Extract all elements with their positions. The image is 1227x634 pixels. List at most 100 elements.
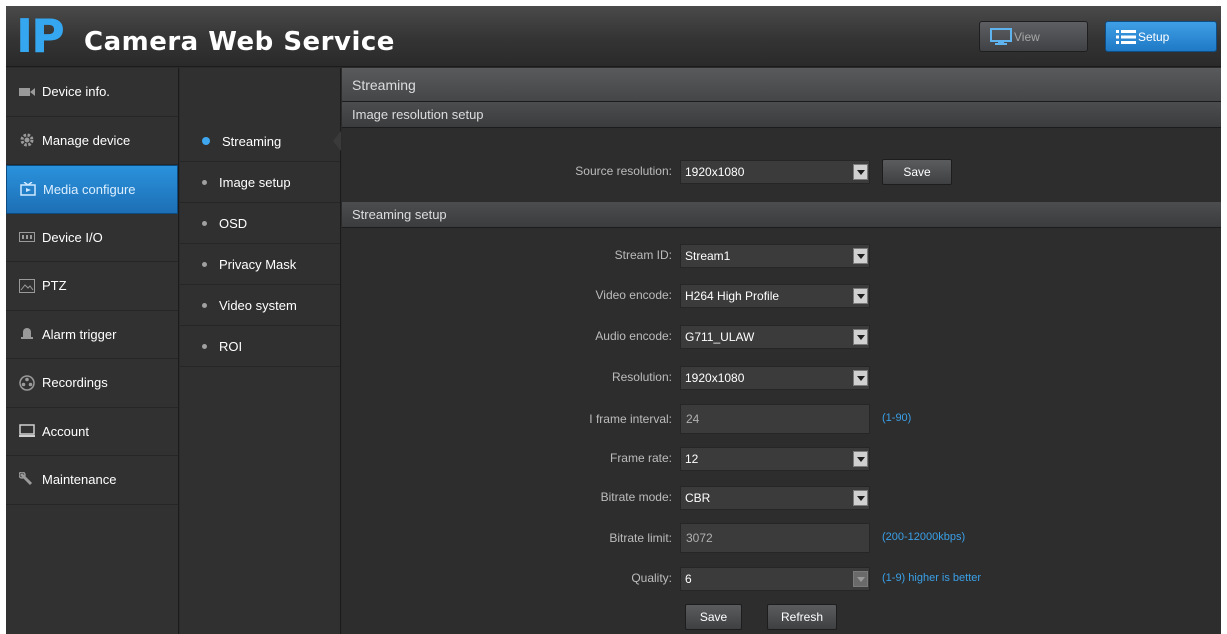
quality-row: Quality: 6 (1-9) higher is better xyxy=(342,566,1221,592)
sidebar-item-label: PTZ xyxy=(42,278,67,294)
frame-rate-select[interactable]: 12 xyxy=(680,447,870,471)
quality-select[interactable]: 6 xyxy=(680,567,870,591)
sidebar-item-label: Account xyxy=(42,423,89,439)
stream-id-select[interactable]: Stream1 xyxy=(680,244,870,268)
view-button[interactable]: View xyxy=(979,21,1088,52)
io-icon xyxy=(18,230,36,244)
resolution-row: Resolution: 1920x1080 xyxy=(342,365,1221,391)
sidebar-item-label: Device info. xyxy=(42,84,110,100)
dropdown-arrow-icon[interactable] xyxy=(853,329,868,345)
quality-label: Quality: xyxy=(631,571,672,585)
setup-label: Setup xyxy=(1138,29,1170,44)
subnav-item-label: OSD xyxy=(219,215,248,231)
bitrate-mode-value: CBR xyxy=(685,491,711,505)
stream-save-button[interactable]: Save xyxy=(685,604,742,630)
iframe-interval-input[interactable]: 24 xyxy=(680,404,870,434)
setup-button[interactable]: Setup xyxy=(1105,21,1217,52)
dropdown-arrow-icon[interactable] xyxy=(853,451,868,467)
stream-id-row: Stream ID: Stream1 xyxy=(342,243,1221,269)
subnav-item-privacy-mask[interactable]: Privacy Mask xyxy=(180,244,340,285)
sidebar-item-label: Media configure xyxy=(43,181,136,197)
dropdown-arrow-icon[interactable] xyxy=(853,490,868,506)
subnav-item-video-system[interactable]: Video system xyxy=(180,285,340,326)
dropdown-arrow-icon[interactable] xyxy=(853,248,868,264)
subnav-item-image-setup[interactable]: Image setup xyxy=(180,162,340,203)
sidebar-item-label: Alarm trigger xyxy=(42,326,117,342)
section-title-image-resolution: Image resolution setup xyxy=(342,102,1221,128)
dropdown-arrow-icon[interactable] xyxy=(853,370,868,386)
active-pointer xyxy=(333,131,341,151)
frame-rate-row: Frame rate: 12 xyxy=(342,446,1221,472)
frame-rate-label: Frame rate: xyxy=(609,451,672,465)
app-title: Camera Web Service xyxy=(84,27,395,57)
bullet-icon xyxy=(202,137,210,145)
sidebar-item-manage-device[interactable]: Manage device xyxy=(6,117,178,165)
image-save-button[interactable]: Save xyxy=(882,159,952,185)
bullet-icon xyxy=(202,179,207,185)
subnav-item-label: Privacy Mask xyxy=(219,256,297,272)
bullet-icon xyxy=(202,343,207,349)
stream-id-value: Stream1 xyxy=(685,249,731,263)
subnav-item-label: Streaming xyxy=(222,133,282,149)
dropdown-arrow-icon[interactable] xyxy=(853,571,868,587)
dropdown-arrow-icon[interactable] xyxy=(853,288,868,304)
reel-icon xyxy=(18,375,36,391)
sidebar-item-maintenance[interactable]: Maintenance xyxy=(6,456,178,505)
media-icon xyxy=(19,182,37,196)
quality-hint: (1-9) higher is better xyxy=(882,572,982,584)
bitrate-mode-row: Bitrate mode: CBR xyxy=(342,485,1221,511)
bitrate-limit-hint: (200-12000kbps) xyxy=(882,531,966,543)
bitrate-limit-row: Bitrate limit: 3072 (200-12000kbps) xyxy=(342,523,1221,553)
source-resolution-row: Source resolution: 1920x1080 Save xyxy=(342,159,1221,185)
sidebar-item-device-io[interactable]: Device I/O xyxy=(6,214,178,262)
section-title-streaming: Streaming setup xyxy=(342,202,1221,228)
sidebar-item-account[interactable]: Account xyxy=(6,408,178,456)
sidebar-item-label: Recordings xyxy=(42,375,108,391)
resolution-value: 1920x1080 xyxy=(685,371,745,385)
quality-value: 6 xyxy=(685,572,692,586)
sidebar-item-recordings[interactable]: Recordings xyxy=(6,359,178,408)
video-encode-label: Video encode: xyxy=(595,288,672,302)
source-resolution-label: Source resolution: xyxy=(575,164,672,178)
main-content: Streaming Image resolution setup Source … xyxy=(342,68,1221,634)
frame-rate-value: 12 xyxy=(685,452,699,466)
sub-sidebar: Streaming Image setup OSD Privacy Mask V… xyxy=(180,68,341,634)
ptz-icon xyxy=(18,278,36,293)
page-title: Streaming xyxy=(342,68,1221,102)
dropdown-arrow-icon[interactable] xyxy=(853,164,868,180)
resolution-select[interactable]: 1920x1080 xyxy=(680,366,870,390)
bitrate-mode-label: Bitrate mode: xyxy=(600,490,672,504)
iframe-interval-row: I frame interval: 24 (1-90) xyxy=(342,404,1221,434)
sidebar-item-media-configure[interactable]: Media configure xyxy=(6,165,178,214)
stream-id-label: Stream ID: xyxy=(614,248,672,262)
gear-icon xyxy=(18,133,36,147)
audio-encode-label: Audio encode: xyxy=(595,329,672,343)
monitor-icon xyxy=(18,424,36,438)
video-encode-row: Video encode: H264 High Profile xyxy=(342,283,1221,309)
bitrate-limit-label: Bitrate limit: xyxy=(609,531,672,545)
video-encode-select[interactable]: H264 High Profile xyxy=(680,284,870,308)
sidebar-item-label: Manage device xyxy=(42,132,131,148)
resolution-label: Resolution: xyxy=(611,370,672,384)
subnav-item-label: Video system xyxy=(219,297,297,313)
sidebar-item-device-info[interactable]: Device info. xyxy=(6,68,178,117)
subnav-item-roi[interactable]: ROI xyxy=(180,326,340,367)
bell-icon xyxy=(18,327,36,341)
source-resolution-select[interactable]: 1920x1080 xyxy=(680,160,870,184)
view-label: View xyxy=(1014,29,1040,44)
audio-encode-select[interactable]: G711_ULAW xyxy=(680,325,870,349)
sidebar-item-ptz[interactable]: PTZ xyxy=(6,262,178,311)
iframe-interval-label: I frame interval: xyxy=(589,412,672,426)
audio-encode-row: Audio encode: G711_ULAW xyxy=(342,324,1221,350)
sidebar-item-label: Device I/O xyxy=(42,229,103,245)
refresh-button[interactable]: Refresh xyxy=(767,604,837,630)
sidebar-item-alarm-trigger[interactable]: Alarm trigger xyxy=(6,311,178,359)
sidebar-item-label: Maintenance xyxy=(42,472,117,488)
bitrate-limit-input[interactable]: 3072 xyxy=(680,523,870,553)
logo-ip: IP xyxy=(16,9,65,63)
bitrate-mode-select[interactable]: CBR xyxy=(680,486,870,510)
subnav-item-osd[interactable]: OSD xyxy=(180,203,340,244)
subnav-item-streaming[interactable]: Streaming xyxy=(180,121,341,162)
app-window: IP Camera Web Service View Setup Device … xyxy=(6,6,1221,634)
video-encode-value: H264 High Profile xyxy=(685,289,780,303)
